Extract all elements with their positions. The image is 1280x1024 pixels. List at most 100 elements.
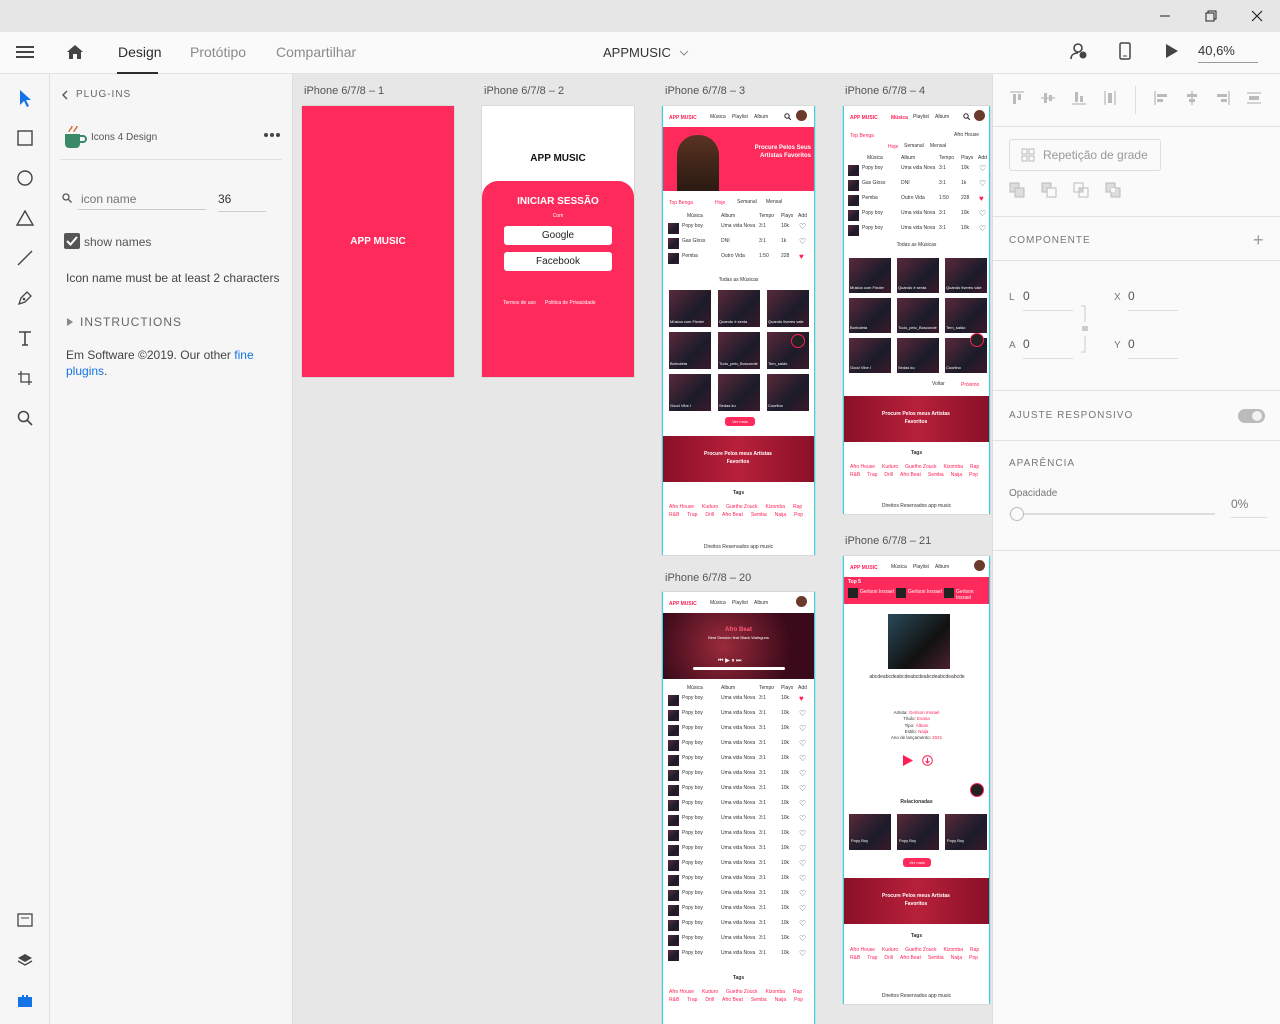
boolean-add-icon[interactable] (1009, 182, 1025, 198)
lock-aspect-icon[interactable] (1079, 304, 1089, 354)
layers-panel-button[interactable] (13, 948, 37, 972)
add-component-button[interactable]: + (1253, 230, 1264, 251)
tab-share[interactable]: Compartilhar (276, 44, 356, 60)
instructions-toggle[interactable]: INSTRUCTIONS (66, 315, 182, 329)
device-preview-button[interactable] (1119, 42, 1131, 60)
tab-prototype[interactable]: Protótipo (190, 44, 246, 60)
select-tool[interactable] (13, 86, 37, 110)
heart-outline-icon[interactable]: ♡ (799, 814, 806, 823)
heart-outline-icon[interactable]: ♡ (799, 874, 806, 883)
boolean-exclude-icon[interactable] (1105, 182, 1121, 198)
line-tool[interactable] (13, 246, 37, 270)
height-input[interactable]: 0 (1023, 337, 1073, 359)
divider (993, 550, 1280, 551)
terms-link[interactable]: Termos de uso (503, 300, 536, 306)
artboard-label[interactable]: iPhone 6/7/8 – 1 (304, 85, 384, 97)
y-input[interactable]: 0 (1128, 337, 1178, 359)
align-left-icon[interactable] (1153, 90, 1169, 106)
opacity-slider-track[interactable] (1009, 513, 1215, 515)
heart-outline-icon[interactable]: ♡ (799, 784, 806, 793)
heart-outline-icon[interactable]: ♡ (799, 769, 806, 778)
home-button[interactable] (66, 43, 84, 61)
align-right-icon[interactable] (1215, 90, 1231, 106)
artboard-label[interactable]: iPhone 6/7/8 – 21 (845, 535, 931, 547)
facebook-login-button[interactable]: Facebook (504, 252, 612, 271)
heart-outline-icon[interactable]: ♡ (799, 799, 806, 808)
top5-artist: Gerlson Insrael (908, 589, 942, 595)
artboard-tool[interactable] (13, 366, 37, 390)
heart-filled-icon[interactable]: ♥ (799, 252, 804, 261)
restore-button[interactable] (1188, 0, 1234, 32)
heart-outline-icon[interactable]: ♡ (799, 222, 806, 231)
distribute-vertical-icon[interactable] (1102, 90, 1118, 106)
align-bottom-icon[interactable] (1071, 90, 1087, 106)
heart-outline-icon[interactable]: ♡ (979, 224, 986, 233)
artboard-login[interactable]: APP MUSIC INICIAR SESSÃO Com Google Face… (482, 106, 634, 377)
repeat-grid-button[interactable]: Repetição de grade (1009, 139, 1161, 171)
artboard-album-detail[interactable]: APP MUSIC Música Playlist Album Top 5 Ge… (843, 556, 990, 1004)
hamburger-menu-button[interactable] (16, 44, 34, 60)
plugins-panel-button[interactable] (13, 988, 37, 1012)
artboard-label[interactable]: iPhone 6/7/8 – 3 (665, 85, 745, 97)
zoom-tool[interactable] (13, 406, 37, 430)
show-names-checkbox[interactable] (64, 233, 80, 249)
icon-search-input[interactable] (78, 188, 206, 210)
zoom-level[interactable]: 40,6% (1198, 43, 1235, 58)
align-middle-icon[interactable] (1040, 90, 1056, 106)
heart-outline-icon[interactable]: ♡ (799, 904, 806, 913)
minimize-button[interactable] (1142, 0, 1188, 32)
heart-outline-icon[interactable]: ♡ (799, 709, 806, 718)
align-center-icon[interactable] (1184, 90, 1200, 106)
artboard-playlist[interactable]: APP MUSIC Música Playlist Album Afro Bea… (662, 592, 815, 1024)
heart-outline-icon[interactable]: ♡ (799, 934, 806, 943)
boolean-subtract-icon[interactable] (1041, 182, 1057, 198)
ellipse-tool[interactable] (13, 166, 37, 190)
heart-outline-icon[interactable]: ♡ (979, 179, 986, 188)
heart-outline-icon[interactable]: ♡ (799, 829, 806, 838)
rectangle-tool[interactable] (13, 126, 37, 150)
privacy-link[interactable]: Politica de Privacidade (545, 300, 596, 306)
heart-outline-icon[interactable]: ♡ (799, 739, 806, 748)
close-button[interactable] (1234, 0, 1280, 32)
heart-outline-icon[interactable]: ♡ (799, 844, 806, 853)
artboard-splash[interactable]: APP MUSIC (302, 106, 454, 377)
share-user-button[interactable] (1070, 42, 1088, 60)
artboard-music[interactable]: APP MUSIC Música Playlist Album Top Beng… (843, 106, 990, 514)
distribute-horizontal-icon[interactable] (1246, 90, 1262, 106)
artboard-home[interactable]: APP MUSIC Música Playlist Album Procure … (662, 106, 815, 555)
x-input[interactable]: 0 (1128, 289, 1178, 311)
text-tool[interactable] (13, 326, 37, 350)
document-title-dropdown[interactable]: APPMUSIC (603, 45, 689, 60)
artboard-label[interactable]: iPhone 6/7/8 – 2 (484, 85, 564, 97)
responsive-resize-toggle[interactable] (1238, 409, 1265, 423)
heart-filled-icon[interactable]: ♥ (979, 194, 984, 203)
tab-design[interactable]: Design (118, 44, 162, 60)
design-canvas[interactable]: iPhone 6/7/8 – 1 APP MUSIC iPhone 6/7/8 … (294, 74, 992, 1024)
align-top-icon[interactable] (1009, 90, 1025, 106)
mock-tags-title: Tags (732, 975, 745, 981)
polygon-tool[interactable] (13, 206, 37, 230)
heart-filled-icon[interactable]: ♥ (799, 694, 804, 703)
assets-panel-button[interactable] (13, 908, 37, 932)
google-login-button[interactable]: Google (504, 226, 612, 245)
boolean-intersect-icon[interactable] (1073, 182, 1089, 198)
heart-outline-icon[interactable]: ♡ (799, 859, 806, 868)
plugins-back-button[interactable]: PLUG-INS (62, 89, 131, 100)
opacity-input[interactable]: 0% (1231, 497, 1267, 518)
opacity-slider-handle[interactable] (1010, 507, 1024, 521)
heart-outline-icon[interactable]: ♡ (799, 724, 806, 733)
heart-outline-icon[interactable]: ♡ (799, 949, 806, 958)
preview-play-button[interactable] (1165, 43, 1179, 59)
heart-outline-icon[interactable]: ♡ (979, 209, 986, 218)
heart-outline-icon[interactable]: ♡ (799, 237, 806, 246)
pen-tool[interactable] (13, 286, 37, 310)
heart-outline-icon[interactable]: ♡ (799, 889, 806, 898)
icon-size-input[interactable]: 36 (218, 188, 266, 212)
artboard-label[interactable]: iPhone 6/7/8 – 20 (665, 572, 751, 584)
width-input[interactable]: 0 (1023, 289, 1073, 311)
plugin-more-button[interactable] (263, 132, 281, 138)
heart-outline-icon[interactable]: ♡ (799, 754, 806, 763)
artboard-label[interactable]: iPhone 6/7/8 – 4 (845, 85, 925, 97)
heart-outline-icon[interactable]: ♡ (799, 919, 806, 928)
heart-outline-icon[interactable]: ♡ (979, 164, 986, 173)
